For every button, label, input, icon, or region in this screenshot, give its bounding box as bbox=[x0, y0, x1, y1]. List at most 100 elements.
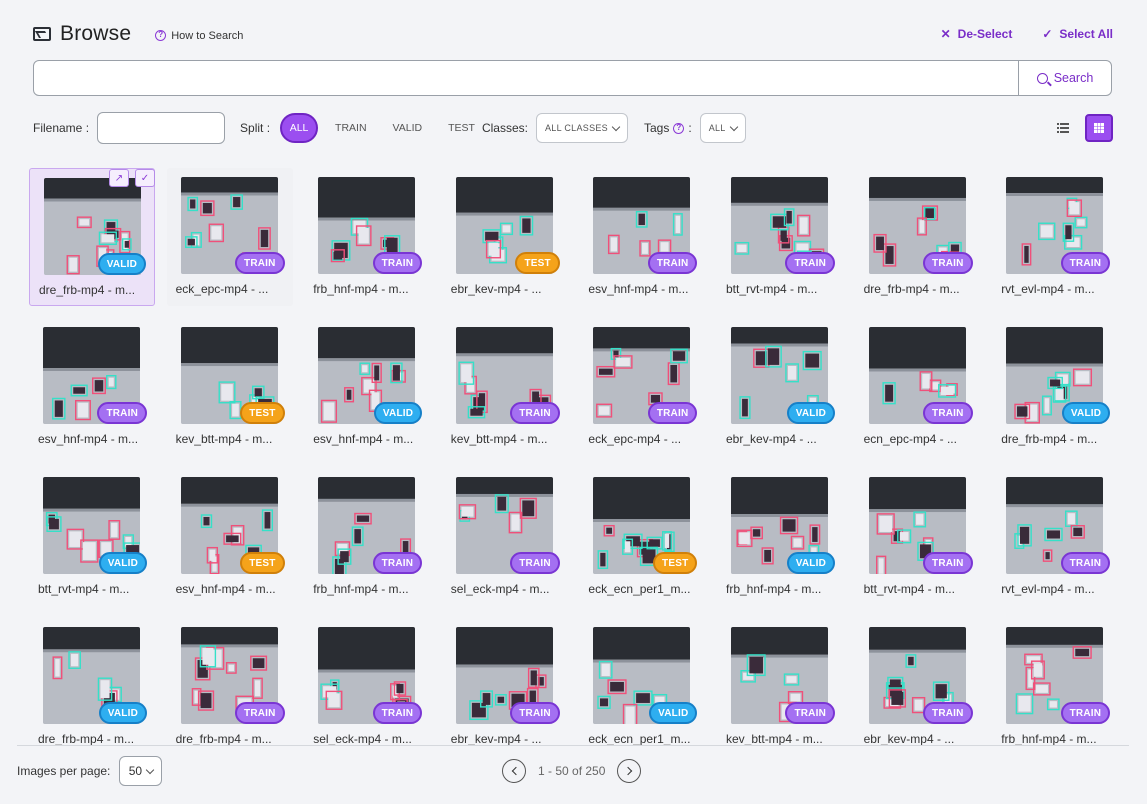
image-filename: btt_rvt-mp4 - m... bbox=[38, 582, 130, 596]
split-badge: TEST bbox=[240, 402, 285, 424]
split-badge: TRAIN bbox=[372, 252, 423, 274]
tags-label: Tags ? : bbox=[644, 121, 692, 135]
image-card[interactable]: VALID ebr_kev-mp4 - ... bbox=[717, 318, 843, 456]
split-label: Split : bbox=[240, 121, 271, 135]
image-card[interactable]: VALID btt_rvt-mp4 - m... bbox=[29, 468, 155, 606]
image-filename: dre_frb-mp4 - m... bbox=[1001, 432, 1098, 446]
select-checkbox-icon[interactable]: ✓ bbox=[135, 169, 155, 187]
split-badge: TRAIN bbox=[1060, 252, 1111, 274]
filename-input[interactable] bbox=[97, 112, 226, 144]
pagination-bar: Images per page: 50 1 - 50 of 250 bbox=[17, 756, 1129, 786]
image-filename: frb_hnf-mp4 - m... bbox=[313, 582, 409, 596]
split-badge: VALID bbox=[97, 253, 146, 275]
image-card[interactable]: VALID eck_ecn_per1_m... bbox=[579, 618, 705, 745]
image-filename: ecn_epc-mp4 - ... bbox=[863, 432, 957, 446]
image-filename: dre_frb-mp4 - m... bbox=[175, 732, 272, 745]
image-card[interactable]: VALID dre_frb-mp4 - m... bbox=[29, 618, 155, 745]
split-badge: VALID bbox=[1061, 402, 1111, 424]
deselect-button[interactable]: ✕ De-Select bbox=[941, 27, 1013, 41]
search-button-label: Search bbox=[1053, 71, 1094, 85]
search-bar: Search bbox=[33, 60, 1112, 96]
image-card[interactable]: VALID frb_hnf-mp4 - m... bbox=[717, 468, 843, 606]
prev-page-button[interactable] bbox=[502, 759, 526, 783]
image-filename: dre_frb-mp4 - m... bbox=[38, 732, 135, 745]
image-filename: ebr_kev-mp4 - ... bbox=[450, 732, 542, 745]
split-badge: TRAIN bbox=[372, 552, 423, 574]
split-option-train[interactable]: TRAIN bbox=[335, 122, 367, 134]
check-icon: ✓ bbox=[1042, 27, 1053, 41]
tags-dropdown[interactable]: ALL bbox=[699, 113, 746, 143]
image-card[interactable]: TRAIN sel_eck-mp4 - m... bbox=[304, 618, 430, 745]
image-filename: frb_hnf-mp4 - m... bbox=[726, 582, 822, 596]
search-input[interactable] bbox=[34, 61, 1018, 95]
grid-view-button[interactable] bbox=[1085, 114, 1113, 142]
image-card[interactable]: TRAIN esv_hnf-mp4 - m... bbox=[29, 318, 155, 456]
classes-dropdown[interactable]: ALL CLASSES bbox=[535, 113, 628, 143]
image-card[interactable]: VALID esv_hnf-mp4 - m... bbox=[304, 318, 430, 456]
image-card[interactable]: VALID dre_frb-mp4 - m... bbox=[992, 318, 1117, 456]
image-card[interactable]: TRAIN frb_hnf-mp4 - m... bbox=[304, 168, 430, 306]
image-filename: rvt_evl-mp4 - m... bbox=[1001, 582, 1095, 596]
filter-bar: Filename : Split : ALL TRAIN VALID TEST … bbox=[33, 112, 1113, 144]
select-all-button[interactable]: ✓ Select All bbox=[1042, 27, 1113, 41]
deselect-label: De-Select bbox=[957, 27, 1013, 41]
image-filename: esv_hnf-mp4 - m... bbox=[588, 282, 689, 296]
search-button[interactable]: Search bbox=[1018, 61, 1111, 95]
split-badge: TRAIN bbox=[923, 702, 973, 724]
image-filename: kev_btt-mp4 - m... bbox=[450, 432, 548, 446]
image-card[interactable]: TRAIN frb_hnf-mp4 - m... bbox=[304, 468, 430, 606]
tags-label-text: Tags bbox=[643, 121, 670, 135]
image-card[interactable]: TRAIN dre_frb-mp4 - m... bbox=[167, 618, 293, 745]
split-badge: TRAIN bbox=[510, 402, 560, 424]
image-card[interactable]: TRAIN ebr_kev-mp4 - ... bbox=[442, 618, 568, 745]
open-image-icon[interactable]: ↗ bbox=[109, 169, 129, 187]
chevron-down-icon bbox=[729, 122, 738, 131]
image-card[interactable]: TRAIN ecn_epc-mp4 - ... bbox=[855, 318, 981, 456]
image-card[interactable]: TRAIN frb_hnf-mp4 - m... bbox=[992, 618, 1117, 745]
list-view-button[interactable] bbox=[1049, 114, 1077, 142]
image-card[interactable]: TRAIN btt_rvt-mp4 - m... bbox=[855, 468, 981, 606]
tags-value: ALL bbox=[708, 123, 726, 133]
image-card[interactable]: TEST eck_ecn_per1_m... bbox=[579, 468, 705, 606]
image-card[interactable]: TRAIN kev_btt-mp4 - m... bbox=[717, 618, 843, 745]
image-card[interactable]: TRAIN kev_btt-mp4 - m... bbox=[442, 318, 568, 456]
search-icon bbox=[1036, 72, 1048, 84]
how-to-search-link[interactable]: ? How to Search bbox=[155, 30, 243, 42]
split-badge: TEST bbox=[515, 252, 560, 274]
image-card[interactable]: TRAIN dre_frb-mp4 - m... bbox=[855, 168, 981, 306]
image-card[interactable]: TEST kev_btt-mp4 - m... bbox=[167, 318, 293, 456]
grid-icon bbox=[1094, 123, 1104, 133]
image-card[interactable]: TEST esv_hnf-mp4 - m... bbox=[167, 468, 293, 606]
per-page-value: 50 bbox=[128, 764, 143, 778]
image-card[interactable]: TRAIN ebr_kev-mp4 - ... bbox=[855, 618, 981, 745]
image-card[interactable]: TRAIN sel_eck-mp4 - m... bbox=[442, 468, 568, 606]
split-option-test[interactable]: TEST bbox=[448, 122, 475, 134]
split-badge: TEST bbox=[240, 552, 285, 574]
image-filename: esv_hnf-mp4 - m... bbox=[313, 432, 414, 446]
image-card[interactable]: TRAIN esv_hnf-mp4 - m... bbox=[579, 168, 705, 306]
tags-colon: : bbox=[688, 121, 692, 135]
image-card[interactable]: TRAIN rvt_evl-mp4 - m... bbox=[992, 468, 1117, 606]
split-badge: VALID bbox=[373, 402, 423, 424]
split-badge: TRAIN bbox=[785, 702, 835, 724]
split-option-valid[interactable]: VALID bbox=[393, 122, 423, 134]
image-filename: sel_eck-mp4 - m... bbox=[313, 732, 412, 745]
image-card[interactable]: TRAIN eck_epc-mp4 - ... bbox=[166, 168, 293, 306]
image-filename: dre_frb-mp4 - m... bbox=[863, 282, 960, 296]
image-filename: eck_epc-mp4 - ... bbox=[175, 282, 269, 296]
image-card[interactable]: TRAIN btt_rvt-mp4 - m... bbox=[717, 168, 843, 306]
image-card[interactable]: TRAIN eck_epc-mp4 - ... bbox=[579, 318, 705, 456]
next-page-button[interactable] bbox=[617, 759, 642, 783]
image-icon bbox=[33, 27, 51, 41]
selection-actions: ✕ De-Select ✓ Select All bbox=[941, 27, 1113, 41]
split-badge: TRAIN bbox=[923, 552, 973, 574]
split-badge: TRAIN bbox=[1060, 552, 1111, 574]
help-icon[interactable]: ? bbox=[673, 122, 685, 134]
image-card[interactable]: TEST ebr_kev-mp4 - ... bbox=[442, 168, 568, 306]
per-page-select[interactable]: 50 bbox=[119, 756, 163, 786]
split-option-all[interactable]: ALL bbox=[280, 113, 319, 143]
image-filename: frb_hnf-mp4 - m... bbox=[1001, 732, 1097, 745]
image-card[interactable]: TRAIN rvt_evl-mp4 - m... bbox=[992, 168, 1117, 306]
chevron-down-icon bbox=[611, 122, 621, 131]
image-card[interactable]: VALID dre_frb-mp4 - m... ↗ ✓ bbox=[29, 168, 155, 306]
